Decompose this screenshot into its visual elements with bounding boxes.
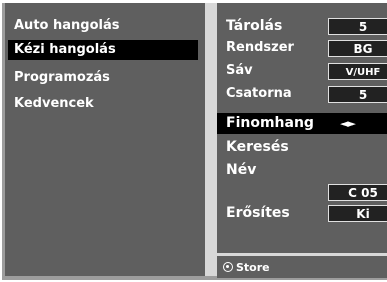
band-label: Sáv: [226, 63, 253, 78]
booster-label: Erősítes: [226, 205, 290, 221]
storage-value[interactable]: 5: [328, 18, 387, 35]
storage-label: Tárolás: [226, 18, 283, 34]
store-label[interactable]: Store: [236, 261, 270, 275]
menu-item-manual-tuning[interactable]: Kézi hangolás: [8, 40, 198, 60]
channel-label: Csatorna: [226, 86, 292, 101]
search-label[interactable]: Keresés: [226, 137, 289, 157]
system-value[interactable]: BG: [328, 40, 387, 57]
channel-value[interactable]: 5: [328, 86, 387, 103]
name-value[interactable]: C 05: [328, 184, 387, 201]
booster-value[interactable]: Ki: [328, 205, 387, 222]
panel-divider: [205, 3, 217, 276]
menu-item-auto-tuning[interactable]: Auto hangolás: [8, 16, 198, 36]
menu-item-favourites[interactable]: Kedvencek: [8, 94, 198, 114]
band-value[interactable]: V/UHF: [328, 63, 387, 80]
menu-item-programming[interactable]: Programozás: [8, 68, 198, 88]
name-label: Név: [226, 162, 257, 178]
radio-dot-icon: [223, 262, 233, 272]
fine-tune-label: Finomhang: [226, 115, 314, 131]
system-label: Rendszer: [226, 40, 294, 55]
left-right-arrows-icon: ◄►: [340, 117, 356, 130]
